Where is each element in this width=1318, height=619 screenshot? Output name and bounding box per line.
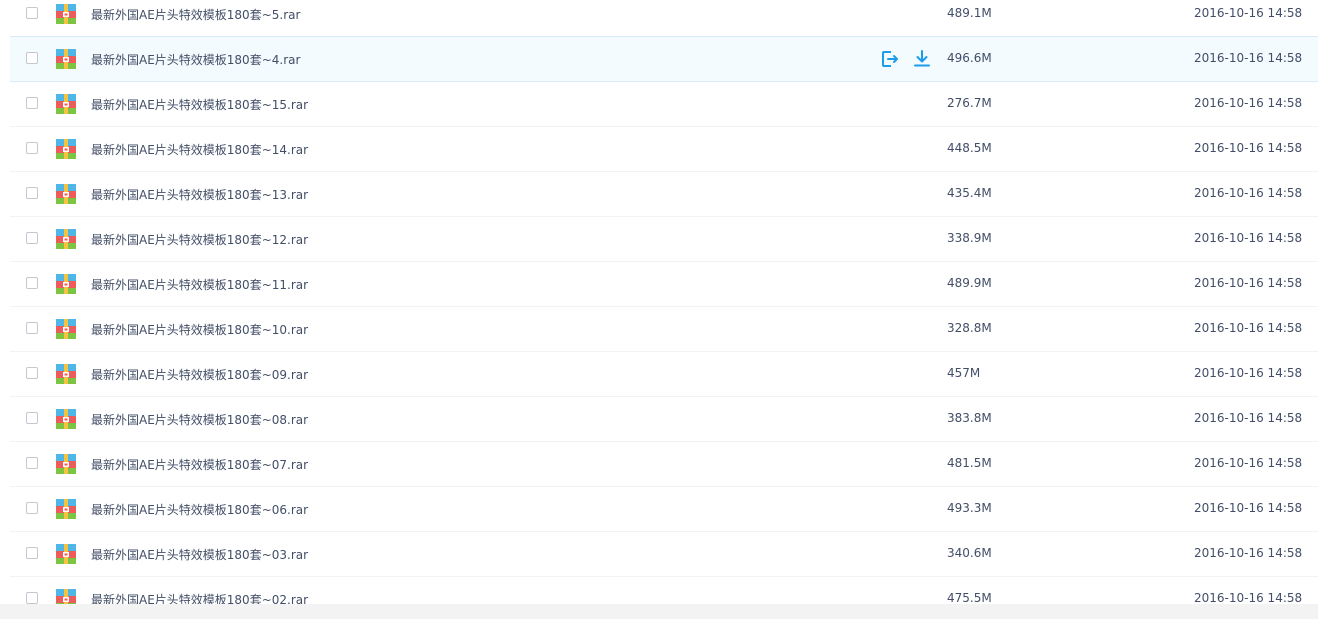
file-date: 2016-10-16 14:58 <box>1194 186 1303 200</box>
file-row[interactable]: 最新外国AE片头特效模板180套~03.rar 340.6M 2016-10-1… <box>10 532 1318 577</box>
file-name[interactable]: 最新外国AE片头特效模板180套~07.rar <box>91 456 308 473</box>
rar-archive-icon <box>56 409 76 429</box>
share-icon[interactable] <box>880 49 900 69</box>
file-size: 489.1M <box>947 6 992 20</box>
file-size: 328.8M <box>947 321 992 335</box>
file-date: 2016-10-16 14:58 <box>1194 141 1303 155</box>
row-checkbox[interactable] <box>26 232 38 244</box>
file-size: 448.5M <box>947 141 992 155</box>
file-size: 340.6M <box>947 546 992 560</box>
row-checkbox[interactable] <box>26 52 38 64</box>
rar-archive-icon <box>56 454 76 474</box>
file-row[interactable]: 最新外国AE片头特效模板180套~5.rar 489.1M 2016-10-16… <box>10 0 1318 37</box>
row-checkbox[interactable] <box>26 187 38 199</box>
row-checkbox[interactable] <box>26 277 38 289</box>
file-name[interactable]: 最新外国AE片头特效模板180套~09.rar <box>91 366 308 383</box>
rar-archive-icon <box>56 499 76 519</box>
file-name[interactable]: 最新外国AE片头特效模板180套~10.rar <box>91 321 308 338</box>
file-date: 2016-10-16 14:58 <box>1194 366 1303 380</box>
file-date: 2016-10-16 14:58 <box>1194 411 1303 425</box>
rar-archive-icon <box>56 544 76 564</box>
row-checkbox[interactable] <box>26 412 38 424</box>
rar-archive-icon <box>56 184 76 204</box>
file-date: 2016-10-16 14:58 <box>1194 501 1303 515</box>
file-row[interactable]: 最新外国AE片头特效模板180套~11.rar 489.9M 2016-10-1… <box>10 262 1318 307</box>
file-date: 2016-10-16 14:58 <box>1194 276 1303 290</box>
rar-archive-icon <box>56 229 76 249</box>
file-date: 2016-10-16 14:58 <box>1194 591 1303 604</box>
file-name[interactable]: 最新外国AE片头特效模板180套~14.rar <box>91 141 308 158</box>
row-checkbox[interactable] <box>26 457 38 469</box>
row-checkbox[interactable] <box>26 367 38 379</box>
file-name[interactable]: 最新外国AE片头特效模板180套~11.rar <box>91 276 308 293</box>
file-row[interactable]: 最新外国AE片头特效模板180套~09.rar 457M 2016-10-16 … <box>10 352 1318 397</box>
horizontal-scrollbar[interactable] <box>0 604 1318 619</box>
file-size: 383.8M <box>947 411 992 425</box>
file-name[interactable]: 最新外国AE片头特效模板180套~5.rar <box>91 6 300 23</box>
file-size: 493.3M <box>947 501 992 515</box>
row-checkbox[interactable] <box>26 592 38 604</box>
file-row[interactable]: 最新外国AE片头特效模板180套~02.rar 475.5M 2016-10-1… <box>10 577 1318 604</box>
file-name[interactable]: 最新外国AE片头特效模板180套~06.rar <box>91 501 308 518</box>
file-name[interactable]: 最新外国AE片头特效模板180套~4.rar <box>91 51 300 68</box>
row-checkbox[interactable] <box>26 502 38 514</box>
file-size: 276.7M <box>947 96 992 110</box>
file-size: 338.9M <box>947 231 992 245</box>
file-name[interactable]: 最新外国AE片头特效模板180套~02.rar <box>91 591 308 604</box>
file-row-hovered[interactable]: 最新外国AE片头特效模板180套~4.rar 496.6M 2016-10-16… <box>10 36 1318 82</box>
rar-archive-icon <box>56 49 76 69</box>
file-name[interactable]: 最新外国AE片头特效模板180套~03.rar <box>91 546 308 563</box>
file-name[interactable]: 最新外国AE片头特效模板180套~08.rar <box>91 411 308 428</box>
rar-archive-icon <box>56 589 76 604</box>
rar-archive-icon <box>56 4 76 24</box>
file-row[interactable]: 最新外国AE片头特效模板180套~14.rar 448.5M 2016-10-1… <box>10 127 1318 172</box>
file-row[interactable]: 最新外国AE片头特效模板180套~06.rar 493.3M 2016-10-1… <box>10 487 1318 532</box>
file-row[interactable]: 最新外国AE片头特效模板180套~15.rar 276.7M 2016-10-1… <box>10 82 1318 127</box>
row-checkbox[interactable] <box>26 97 38 109</box>
rar-archive-icon <box>56 319 76 339</box>
row-checkbox[interactable] <box>26 7 38 19</box>
rar-archive-icon <box>56 139 76 159</box>
file-size: 489.9M <box>947 276 992 290</box>
file-row[interactable]: 最新外国AE片头特效模板180套~08.rar 383.8M 2016-10-1… <box>10 397 1318 442</box>
file-date: 2016-10-16 14:58 <box>1194 51 1303 65</box>
file-date: 2016-10-16 14:58 <box>1194 6 1303 20</box>
file-name[interactable]: 最新外国AE片头特效模板180套~13.rar <box>91 186 308 203</box>
row-checkbox[interactable] <box>26 547 38 559</box>
file-date: 2016-10-16 14:58 <box>1194 321 1303 335</box>
file-size: 496.6M <box>947 51 992 65</box>
row-actions <box>880 49 932 69</box>
file-row[interactable]: 最新外国AE片头特效模板180套~13.rar 435.4M 2016-10-1… <box>10 172 1318 217</box>
download-icon[interactable] <box>912 49 932 69</box>
rar-archive-icon <box>56 274 76 294</box>
file-size: 457M <box>947 366 981 380</box>
file-date: 2016-10-16 14:58 <box>1194 456 1303 470</box>
rar-archive-icon <box>56 364 76 384</box>
file-size: 481.5M <box>947 456 992 470</box>
file-date: 2016-10-16 14:58 <box>1194 231 1303 245</box>
file-name[interactable]: 最新外国AE片头特效模板180套~15.rar <box>91 96 308 113</box>
rar-archive-icon <box>56 94 76 114</box>
file-list: 最新外国AE片头特效模板180套~5.rar 489.1M 2016-10-16… <box>0 0 1318 604</box>
file-row[interactable]: 最新外国AE片头特效模板180套~10.rar 328.8M 2016-10-1… <box>10 307 1318 352</box>
file-date: 2016-10-16 14:58 <box>1194 96 1303 110</box>
file-size: 475.5M <box>947 591 992 604</box>
file-row[interactable]: 最新外国AE片头特效模板180套~12.rar 338.9M 2016-10-1… <box>10 217 1318 262</box>
file-date: 2016-10-16 14:58 <box>1194 546 1303 560</box>
row-checkbox[interactable] <box>26 142 38 154</box>
file-row[interactable]: 最新外国AE片头特效模板180套~07.rar 481.5M 2016-10-1… <box>10 442 1318 487</box>
row-checkbox[interactable] <box>26 322 38 334</box>
file-size: 435.4M <box>947 186 992 200</box>
file-name[interactable]: 最新外国AE片头特效模板180套~12.rar <box>91 231 308 248</box>
